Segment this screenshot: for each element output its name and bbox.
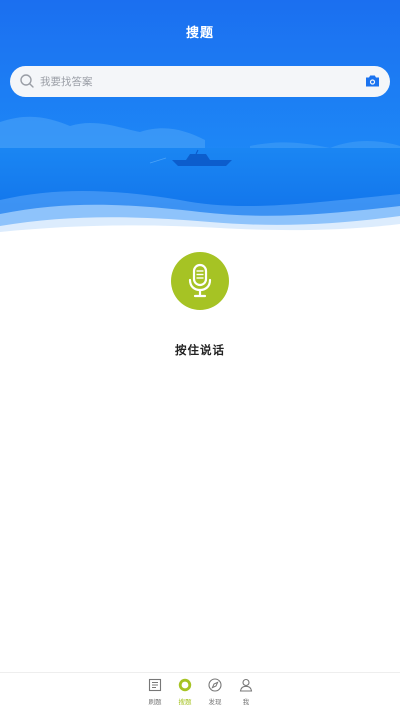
tab-label: 我	[242, 698, 250, 706]
page-title: 搜题	[185, 26, 214, 41]
voice-search-button[interactable]	[171, 252, 229, 310]
tab-label: 搜题	[178, 698, 192, 706]
person-icon	[239, 678, 253, 692]
voice-hint-label: 按住说话	[175, 343, 225, 357]
bottom-tab-bar: 刷题 搜题 发现 我	[0, 672, 400, 710]
book-icon	[148, 678, 162, 692]
tab-practice[interactable]: 刷题	[140, 678, 170, 706]
tab-discover[interactable]: 发现	[200, 678, 230, 706]
tab-me[interactable]: 我	[231, 678, 261, 706]
circle-icon	[178, 678, 192, 692]
search-input[interactable]	[40, 66, 360, 97]
search-bar[interactable]	[10, 66, 390, 97]
compass-icon	[208, 678, 222, 692]
search-icon	[20, 74, 34, 88]
tab-label: 刷题	[148, 698, 162, 706]
tab-label: 发现	[208, 698, 222, 706]
camera-icon[interactable]	[365, 74, 380, 88]
microphone-icon	[188, 263, 212, 298]
tab-search[interactable]: 搜题	[170, 678, 200, 706]
